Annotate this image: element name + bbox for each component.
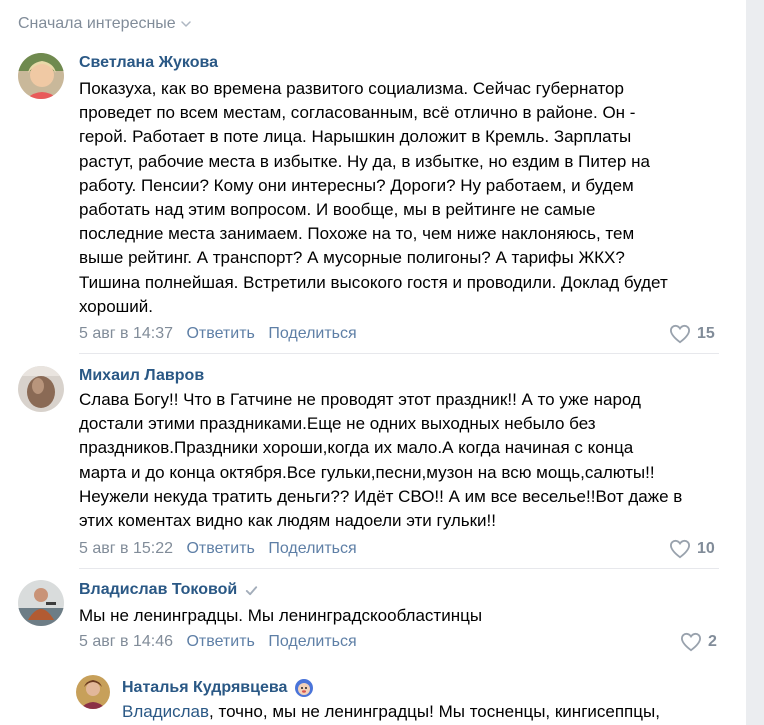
like-count: 2 [708, 633, 717, 650]
heart-icon [669, 324, 691, 344]
comment-text: Показуха, как во времена развитого социа… [79, 79, 668, 316]
mention-link[interactable]: Владислав [122, 702, 209, 721]
comment-date[interactable]: 5 авг в 15:22 [79, 540, 173, 557]
chevron-down-icon [180, 21, 191, 27]
divider [79, 353, 719, 354]
avatar[interactable] [18, 53, 64, 99]
like-button[interactable]: 10 [669, 539, 715, 559]
sort-dropdown[interactable]: Сначала интересные [18, 15, 192, 33]
heart-icon [669, 539, 691, 559]
comment-text: Слава Богу!! Что в Гатчине не проводят э… [79, 390, 683, 531]
reply-button[interactable]: Ответить [186, 325, 254, 342]
reply-button[interactable]: Ответить [186, 633, 254, 650]
avatar[interactable] [18, 366, 64, 412]
share-button[interactable]: Поделиться [268, 540, 356, 557]
comment-meta: 5 авг в 14:46 Ответить Поделиться [79, 633, 357, 651]
comment-author[interactable]: Владислав Токовой [79, 581, 259, 599]
like-button[interactable]: 2 [680, 632, 717, 652]
comment-text: Владислав, точно, мы не ленинградцы! Мы … [122, 702, 660, 721]
avatar[interactable] [76, 675, 110, 709]
like-button[interactable]: 15 [669, 324, 715, 344]
like-count: 10 [697, 540, 715, 557]
verified-check-icon [246, 585, 258, 595]
share-button[interactable]: Поделиться [268, 633, 356, 650]
comment-date[interactable]: 5 авг в 14:37 [79, 325, 173, 342]
comment-author[interactable]: Михаил Лавров [79, 367, 204, 385]
heart-icon [680, 632, 702, 652]
comment-text: Мы не ленинградцы. Мы ленинградскообласт… [79, 606, 483, 625]
dog-emoji-icon [295, 679, 314, 697]
sort-label: Сначала интересные [18, 15, 176, 32]
divider [79, 568, 719, 569]
comments-panel: Сначала интересные Светлана Жукова Показ… [0, 0, 746, 725]
comment-author[interactable]: Светлана Жукова [79, 54, 218, 72]
like-count: 15 [697, 325, 715, 342]
comment-date[interactable]: 5 авг в 14:46 [79, 633, 173, 650]
comment-meta: 5 авг в 14:37 Ответить Поделиться [79, 325, 357, 343]
comment-author[interactable]: Наталья Кудрявцева [122, 678, 314, 698]
share-button[interactable]: Поделиться [268, 325, 356, 342]
reply-button[interactable]: Ответить [186, 540, 254, 557]
avatar[interactable] [18, 580, 64, 626]
comment-meta: 5 авг в 15:22 Ответить Поделиться [79, 540, 357, 558]
